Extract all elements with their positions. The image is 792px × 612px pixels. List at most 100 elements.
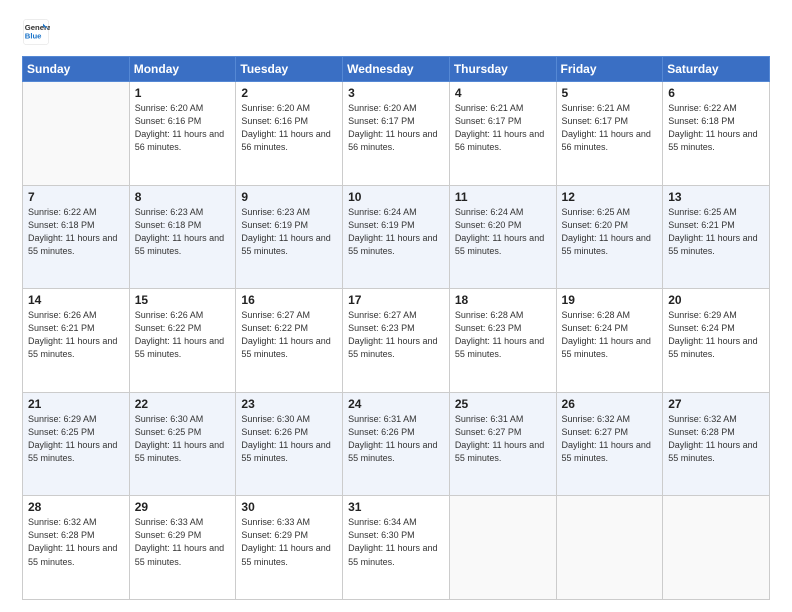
calendar-cell: 4 Sunrise: 6:21 AMSunset: 6:17 PMDaylight… xyxy=(449,82,556,186)
day-number: 16 xyxy=(241,293,337,307)
calendar-cell: 27 Sunrise: 6:32 AMSunset: 6:28 PMDayligh… xyxy=(663,392,770,496)
logo: General Blue xyxy=(22,18,54,46)
calendar-cell: 31 Sunrise: 6:34 AMSunset: 6:30 PMDayligh… xyxy=(343,496,450,600)
calendar-cell: 24Sunrise: 6:31 AMSunset: 6:26 PMDayligh… xyxy=(343,392,450,496)
calendar-header-row: SundayMondayTuesdayWednesdayThursdayFrid… xyxy=(23,57,770,82)
day-number: 13 xyxy=(668,190,764,204)
calendar-header-monday: Monday xyxy=(129,57,236,82)
day-number: 30 xyxy=(241,500,337,514)
calendar-week-row: 21 Sunrise: 6:29 AMSunset: 6:25 PMDayligh… xyxy=(23,392,770,496)
header: General Blue xyxy=(22,18,770,46)
day-number: 18 xyxy=(455,293,551,307)
day-number: 4 xyxy=(455,86,551,100)
calendar-week-row: 14 Sunrise: 6:26 AMSunset: 6:21 PMDayligh… xyxy=(23,289,770,393)
day-info: Sunrise: 6:26 AMSunset: 6:22 PMDaylight:… xyxy=(135,309,231,361)
calendar-cell xyxy=(663,496,770,600)
calendar-header-saturday: Saturday xyxy=(663,57,770,82)
day-info: Sunrise: 6:33 AMSunset: 6:29 PMDaylight:… xyxy=(135,516,231,568)
day-number: 17 xyxy=(348,293,444,307)
day-info: Sunrise: 6:26 AMSunset: 6:21 PMDaylight:… xyxy=(28,309,124,361)
calendar-cell: 2 Sunrise: 6:20 AMSunset: 6:16 PMDaylight… xyxy=(236,82,343,186)
day-info: Sunrise: 6:27 AMSunset: 6:23 PMDaylight:… xyxy=(348,309,444,361)
day-info: Sunrise: 6:34 AMSunset: 6:30 PMDaylight:… xyxy=(348,516,444,568)
calendar-table: SundayMondayTuesdayWednesdayThursdayFrid… xyxy=(22,56,770,600)
day-info: Sunrise: 6:29 AMSunset: 6:25 PMDaylight:… xyxy=(28,413,124,465)
day-info: Sunrise: 6:33 AMSunset: 6:29 PMDaylight:… xyxy=(241,516,337,568)
day-number: 10 xyxy=(348,190,444,204)
day-number: 25 xyxy=(455,397,551,411)
day-info: Sunrise: 6:20 AMSunset: 6:17 PMDaylight:… xyxy=(348,102,444,154)
day-info: Sunrise: 6:25 AMSunset: 6:20 PMDaylight:… xyxy=(562,206,658,258)
calendar-header-friday: Friday xyxy=(556,57,663,82)
day-number: 23 xyxy=(241,397,337,411)
day-info: Sunrise: 6:24 AMSunset: 6:19 PMDaylight:… xyxy=(348,206,444,258)
calendar-cell: 19Sunrise: 6:28 AMSunset: 6:24 PMDayligh… xyxy=(556,289,663,393)
calendar-cell xyxy=(449,496,556,600)
day-info: Sunrise: 6:32 AMSunset: 6:27 PMDaylight:… xyxy=(562,413,658,465)
calendar-cell: 17 Sunrise: 6:27 AMSunset: 6:23 PMDayligh… xyxy=(343,289,450,393)
calendar-header-thursday: Thursday xyxy=(449,57,556,82)
day-info: Sunrise: 6:31 AMSunset: 6:26 PMDaylight:… xyxy=(348,413,444,465)
day-info: Sunrise: 6:27 AMSunset: 6:22 PMDaylight:… xyxy=(241,309,337,361)
calendar-cell: 7Sunrise: 6:22 AMSunset: 6:18 PMDaylight… xyxy=(23,185,130,289)
calendar-cell: 10 Sunrise: 6:24 AMSunset: 6:19 PMDayligh… xyxy=(343,185,450,289)
day-number: 19 xyxy=(562,293,658,307)
calendar-cell: 20Sunrise: 6:29 AMSunset: 6:24 PMDayligh… xyxy=(663,289,770,393)
calendar-cell xyxy=(23,82,130,186)
calendar-cell: 11 Sunrise: 6:24 AMSunset: 6:20 PMDayligh… xyxy=(449,185,556,289)
day-number: 14 xyxy=(28,293,124,307)
day-info: Sunrise: 6:20 AMSunset: 6:16 PMDaylight:… xyxy=(241,102,337,154)
day-info: Sunrise: 6:20 AMSunset: 6:16 PMDaylight:… xyxy=(135,102,231,154)
calendar-cell: 9Sunrise: 6:23 AMSunset: 6:19 PMDaylight… xyxy=(236,185,343,289)
calendar-cell: 16 Sunrise: 6:27 AMSunset: 6:22 PMDayligh… xyxy=(236,289,343,393)
calendar-cell: 25 Sunrise: 6:31 AMSunset: 6:27 PMDayligh… xyxy=(449,392,556,496)
day-info: Sunrise: 6:25 AMSunset: 6:21 PMDaylight:… xyxy=(668,206,764,258)
calendar-cell: 18 Sunrise: 6:28 AMSunset: 6:23 PMDayligh… xyxy=(449,289,556,393)
calendar-week-row: 28 Sunrise: 6:32 AMSunset: 6:28 PMDayligh… xyxy=(23,496,770,600)
calendar-header-tuesday: Tuesday xyxy=(236,57,343,82)
calendar-cell: 14 Sunrise: 6:26 AMSunset: 6:21 PMDayligh… xyxy=(23,289,130,393)
day-number: 1 xyxy=(135,86,231,100)
calendar-cell: 22Sunrise: 6:30 AMSunset: 6:25 PMDayligh… xyxy=(129,392,236,496)
calendar-header-sunday: Sunday xyxy=(23,57,130,82)
day-info: Sunrise: 6:29 AMSunset: 6:24 PMDaylight:… xyxy=(668,309,764,361)
day-number: 28 xyxy=(28,500,124,514)
calendar-cell: 5 Sunrise: 6:21 AMSunset: 6:17 PMDaylight… xyxy=(556,82,663,186)
day-info: Sunrise: 6:24 AMSunset: 6:20 PMDaylight:… xyxy=(455,206,551,258)
day-number: 7 xyxy=(28,190,124,204)
day-number: 27 xyxy=(668,397,764,411)
day-number: 21 xyxy=(28,397,124,411)
day-info: Sunrise: 6:32 AMSunset: 6:28 PMDaylight:… xyxy=(28,516,124,568)
day-info: Sunrise: 6:23 AMSunset: 6:18 PMDaylight:… xyxy=(135,206,231,258)
calendar-cell xyxy=(556,496,663,600)
day-number: 26 xyxy=(562,397,658,411)
calendar-cell: 15 Sunrise: 6:26 AMSunset: 6:22 PMDayligh… xyxy=(129,289,236,393)
page: General Blue SundayMondayTuesdayWednesda… xyxy=(0,0,792,612)
calendar-cell: 29Sunrise: 6:33 AMSunset: 6:29 PMDayligh… xyxy=(129,496,236,600)
day-info: Sunrise: 6:28 AMSunset: 6:23 PMDaylight:… xyxy=(455,309,551,361)
calendar-week-row: 7Sunrise: 6:22 AMSunset: 6:18 PMDaylight… xyxy=(23,185,770,289)
calendar-header-wednesday: Wednesday xyxy=(343,57,450,82)
day-number: 2 xyxy=(241,86,337,100)
calendar-cell: 26 Sunrise: 6:32 AMSunset: 6:27 PMDayligh… xyxy=(556,392,663,496)
day-number: 6 xyxy=(668,86,764,100)
day-info: Sunrise: 6:21 AMSunset: 6:17 PMDaylight:… xyxy=(455,102,551,154)
day-info: Sunrise: 6:23 AMSunset: 6:19 PMDaylight:… xyxy=(241,206,337,258)
day-number: 3 xyxy=(348,86,444,100)
day-number: 15 xyxy=(135,293,231,307)
day-info: Sunrise: 6:22 AMSunset: 6:18 PMDaylight:… xyxy=(668,102,764,154)
day-info: Sunrise: 6:32 AMSunset: 6:28 PMDaylight:… xyxy=(668,413,764,465)
day-number: 12 xyxy=(562,190,658,204)
calendar-cell: 1 Sunrise: 6:20 AMSunset: 6:16 PMDaylight… xyxy=(129,82,236,186)
calendar-cell: 30 Sunrise: 6:33 AMSunset: 6:29 PMDayligh… xyxy=(236,496,343,600)
day-number: 5 xyxy=(562,86,658,100)
day-number: 11 xyxy=(455,190,551,204)
day-info: Sunrise: 6:31 AMSunset: 6:27 PMDaylight:… xyxy=(455,413,551,465)
calendar-cell: 6 Sunrise: 6:22 AMSunset: 6:18 PMDaylight… xyxy=(663,82,770,186)
logo-icon: General Blue xyxy=(22,18,50,46)
calendar-cell: 28 Sunrise: 6:32 AMSunset: 6:28 PMDayligh… xyxy=(23,496,130,600)
calendar-cell: 3 Sunrise: 6:20 AMSunset: 6:17 PMDaylight… xyxy=(343,82,450,186)
day-number: 31 xyxy=(348,500,444,514)
day-info: Sunrise: 6:30 AMSunset: 6:25 PMDaylight:… xyxy=(135,413,231,465)
day-info: Sunrise: 6:21 AMSunset: 6:17 PMDaylight:… xyxy=(562,102,658,154)
